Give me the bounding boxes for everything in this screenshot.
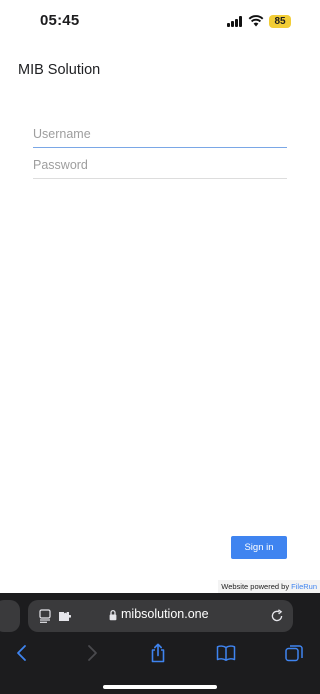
url-text[interactable]: mibsolution.one (121, 607, 209, 621)
browser-toolbar: mibsolution.one (0, 593, 320, 694)
back-icon[interactable] (12, 643, 32, 663)
password-input[interactable] (33, 152, 287, 178)
reader-icon[interactable] (39, 609, 51, 623)
battery-indicator: 85 (269, 15, 291, 28)
reload-icon[interactable] (270, 609, 284, 623)
powered-by-brand-link[interactable]: FileRun (291, 582, 317, 591)
cellular-signal-icon (227, 16, 244, 27)
share-icon[interactable] (148, 643, 168, 663)
address-bar[interactable]: mibsolution.one (28, 600, 293, 632)
status-bar: 05:45 85 (0, 0, 320, 44)
powered-by-text: Website powered by (221, 582, 292, 591)
home-indicator (103, 685, 217, 689)
status-time: 05:45 (40, 12, 80, 29)
forward-icon[interactable] (82, 643, 102, 663)
wifi-icon (248, 15, 264, 27)
extension-icon[interactable] (58, 610, 71, 622)
app-title: MIB Solution (18, 62, 101, 78)
password-field[interactable] (33, 152, 287, 179)
bookmarks-icon[interactable] (216, 643, 236, 663)
powered-by-badge[interactable]: Website powered by FileRun (218, 580, 320, 593)
lock-icon (109, 609, 117, 621)
previous-tab-pill[interactable] (0, 600, 20, 632)
username-input[interactable] (33, 121, 287, 147)
sign-in-button[interactable]: Sign in (231, 536, 287, 559)
username-field[interactable] (33, 121, 287, 148)
tabs-icon[interactable] (284, 643, 304, 663)
